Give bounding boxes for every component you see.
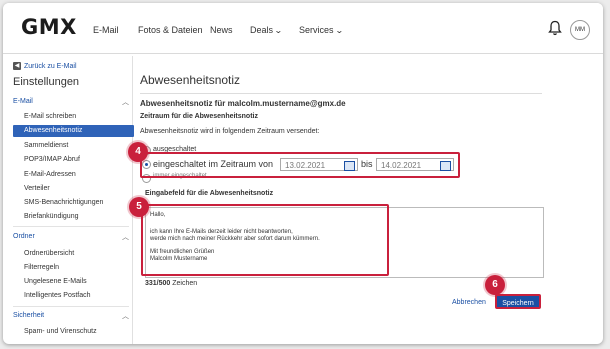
arrow-left-icon: ◀ [13, 62, 21, 70]
account-subtitle: Abwesenheitsnotiz für malcolm.mustername… [140, 99, 346, 108]
chevron-down-icon: ⌄ [334, 26, 344, 35]
callout-badge-5: 5 [129, 197, 149, 217]
highlight-message-box [141, 204, 389, 276]
sidebar-title: Einstellungen [13, 76, 80, 88]
chevron-down-icon: ⌄ [274, 26, 283, 35]
sidebar-item-sms[interactable]: SMS-Benachrichtigungen [24, 199, 103, 206]
char-count-value: 331/500 [145, 280, 171, 287]
cancel-button[interactable]: Abbrechen [452, 299, 486, 306]
back-link-label: Zurück zu E-Mail [24, 62, 77, 70]
divider [140, 93, 542, 94]
settings-sidebar: ◀ Zurück zu E-Mail Einstellungen E-Mail ︿ … [7, 56, 134, 344]
top-navigation: GMX E-Mail Fotos & Dateien News Deals⌄ S… [3, 3, 603, 54]
sidebar-item-abwesenheitsnotiz[interactable]: Abwesenheitsnotiz [13, 125, 134, 137]
sidebar-item-intelligentes-postfach[interactable]: Intelligentes Postfach [24, 292, 91, 299]
nav-photos-files[interactable]: Fotos & Dateien [138, 25, 203, 35]
period-heading: Zeitraum für die Abwesenheitsnotiz [140, 113, 258, 120]
app-window: GMX E-Mail Fotos & Dateien News Deals⌄ S… [3, 3, 603, 344]
sidebar-item-sammeldienst[interactable]: Sammeldienst [24, 142, 68, 149]
sidebar-section-ordner[interactable]: Ordner ︿ [13, 233, 129, 241]
sidebar-item-spam[interactable]: Spam- und Virenschutz [24, 328, 97, 335]
chevron-up-icon: ︿ [122, 313, 129, 320]
sidebar-item-briefankuendigung[interactable]: Briefankündigung [24, 213, 79, 220]
nav-news[interactable]: News [210, 25, 233, 35]
bell-icon[interactable] [548, 20, 562, 36]
period-info: Abwesenheitsnotiz wird in folgendem Zeit… [140, 128, 320, 135]
nav-email[interactable]: E-Mail [93, 25, 119, 35]
input-heading: Eingabefeld für die Abwesenheitsnotiz [145, 190, 274, 197]
callout-badge-4: 4 [128, 142, 148, 162]
save-button[interactable]: Speichern [495, 294, 541, 309]
section-label: Sicherheit [13, 312, 45, 319]
nav-deals-label: Deals [250, 25, 274, 35]
callout-badge-6: 6 [485, 275, 505, 295]
sidebar-item-filterregeln[interactable]: Filterregeln [24, 264, 59, 271]
chevron-up-icon: ︿ [122, 99, 129, 106]
sidebar-item-ungelesene[interactable]: Ungelesene E-Mails [24, 278, 87, 285]
chevron-up-icon: ︿ [122, 234, 129, 241]
section-label: E-Mail [13, 98, 33, 105]
sidebar-section-email[interactable]: E-Mail ︿ [13, 98, 129, 106]
back-to-email-link[interactable]: ◀ Zurück zu E-Mail [13, 62, 77, 70]
nav-deals[interactable]: Deals⌄ [250, 25, 283, 35]
sidebar-item-email-adressen[interactable]: E-Mail-Adressen [24, 171, 76, 178]
sidebar-item-ordneruebersicht[interactable]: Ordnerübersicht [24, 250, 74, 257]
highlight-date-range [140, 152, 460, 178]
divider [13, 226, 129, 227]
nav-services-label: Services [299, 25, 334, 35]
sidebar-section-sicherheit[interactable]: Sicherheit ︿ [13, 312, 129, 320]
char-count-label: Zeichen [172, 280, 198, 287]
section-label: Ordner [13, 233, 35, 240]
avatar[interactable]: MM [570, 20, 590, 40]
page-title: Abwesenheitsnotiz [140, 73, 241, 87]
divider [13, 306, 129, 307]
gmx-logo[interactable]: GMX [21, 15, 77, 39]
nav-services[interactable]: Services⌄ [299, 25, 344, 35]
sidebar-item-verteiler[interactable]: Verteiler [24, 185, 50, 192]
char-counter: 331/500 Zeichen [145, 280, 197, 287]
sidebar-item-email-schreiben[interactable]: E-Mail schreiben [24, 113, 76, 120]
sidebar-item-pop3-imap[interactable]: POP3/IMAP Abruf [24, 156, 80, 163]
